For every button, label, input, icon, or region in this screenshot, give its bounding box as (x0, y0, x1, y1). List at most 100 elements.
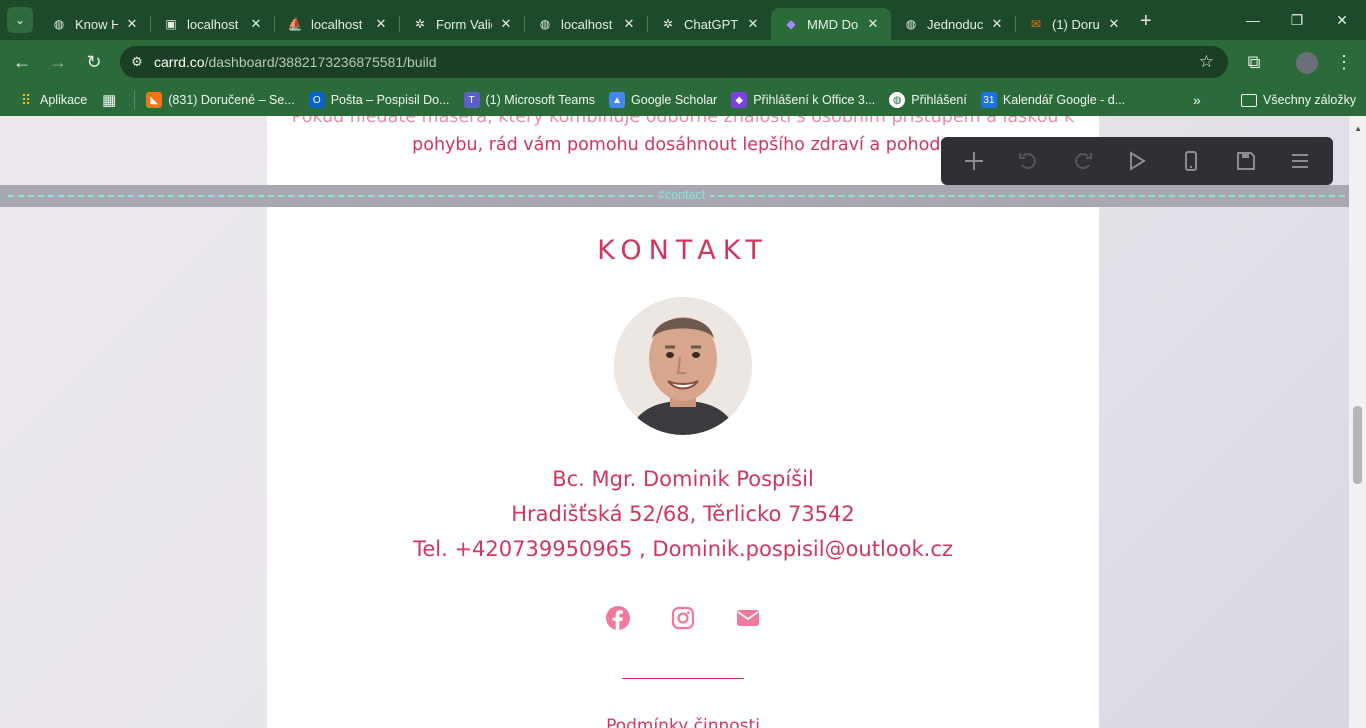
facebook-icon[interactable] (605, 605, 631, 631)
page-viewport: Pokud hledáte masera, který kombinuje od… (0, 116, 1366, 728)
site-info-icon[interactable]: ⚙ (120, 54, 154, 70)
forward-button[interactable]: → (40, 44, 76, 80)
social-links (605, 602, 761, 634)
contact-heading: KONTAKT (597, 235, 769, 266)
browser-tab[interactable]: ◍ localhost ✕ (525, 8, 647, 40)
tab-title: MMD Dom (807, 16, 859, 32)
all-bookmarks-folder[interactable]: Všechny záložky (1234, 87, 1363, 113)
browser-tab[interactable]: ◍ Jednoduché ✕ (891, 8, 1015, 40)
all-bookmarks-label: Všechny záložky (1263, 93, 1357, 107)
browser-menu-icon[interactable]: ⋮ (1326, 44, 1362, 80)
tab-title: ChatGPT (684, 16, 739, 32)
openai-icon: ✲ (414, 17, 426, 31)
office-icon: ◆ (731, 92, 748, 108)
close-window-button[interactable]: ✕ (1318, 0, 1366, 40)
tab-title: localhost (561, 16, 613, 32)
menu-hamburger-button[interactable] (1280, 141, 1320, 181)
add-element-button[interactable] (954, 141, 994, 181)
tab-title: Form Validation (436, 16, 492, 32)
address-bar[interactable]: ⚙ carrd.co/dashboard/3882173236875581/bu… (120, 46, 1228, 78)
globe-icon: ◍ (889, 92, 906, 108)
undo-button[interactable] (1008, 141, 1048, 181)
bookmark-item[interactable]: ◍ Přihlášení (882, 87, 974, 113)
bookmark-label: Pošta – Pospisil Do... (330, 93, 450, 107)
close-tab-icon[interactable]: ✕ (1106, 16, 1122, 32)
contact-info: Bc. Mgr. Dominik Pospíšil Hradišťská 52/… (267, 462, 1099, 567)
section-anchor-tag[interactable]: #contact (653, 188, 711, 202)
minimize-button[interactable]: — (1229, 0, 1277, 40)
bookmark-item[interactable]: T (1) Microsoft Teams (457, 87, 603, 113)
profile-photo (614, 297, 752, 435)
browser-tab[interactable]: ◍ Know How ✕ (39, 8, 150, 40)
contact-phone-email[interactable]: Tel. +420739950965 , Dominik.pospisil@ou… (267, 532, 1099, 567)
bookmarks-bar: ⠿ Aplikace ▦ ◣ (831) Doručené – Se... O Pošta … (0, 84, 1366, 116)
restore-button[interactable]: ❐ (1273, 0, 1321, 40)
browser-tab[interactable]: ✉ (1) Doručené ✕ (1016, 8, 1132, 40)
app-icon: ▣ (165, 17, 177, 31)
email-icon[interactable] (735, 605, 761, 631)
bookmark-item[interactable]: ▲ Google Scholar (602, 87, 724, 113)
close-tab-icon[interactable]: ✕ (989, 16, 1005, 32)
new-tab-button[interactable]: + (1140, 10, 1152, 33)
bookmark-item[interactable]: ▦ (94, 87, 130, 113)
bookmark-label: Přihlášení (911, 93, 967, 107)
openai-icon: ✲ (662, 17, 674, 31)
previous-text-line-1: Pokud hledáte masera, který kombinuje od… (291, 116, 1075, 127)
navigation-bar: ← → ↻ ⚙ carrd.co/dashboard/3882173236875… (0, 40, 1366, 84)
scroll-up-arrow-icon[interactable]: ▲ (1354, 124, 1362, 133)
redo-button[interactable] (1063, 141, 1103, 181)
profile-avatar[interactable] (1296, 52, 1318, 74)
close-tab-icon[interactable]: ✕ (621, 16, 637, 32)
more-bookmarks-icon[interactable]: » (1193, 92, 1201, 108)
terms-link[interactable]: Podmínky činnosti (267, 716, 1099, 728)
bookmark-item[interactable]: O Pošta – Pospisil Do... (302, 87, 457, 113)
bookmark-item[interactable]: 31 Kalendář Google - d... (974, 87, 1132, 113)
outlook-icon: O (308, 92, 325, 108)
page-scrollbar[interactable]: ▲ (1349, 116, 1366, 728)
instagram-icon[interactable] (670, 605, 696, 631)
globe-icon: ◍ (53, 17, 65, 31)
close-tab-icon[interactable]: ✕ (124, 16, 140, 32)
folder-icon (1241, 93, 1257, 107)
mail-icon: ✉ (1030, 17, 1042, 31)
mobile-view-button[interactable] (1171, 141, 1211, 181)
preview-play-button[interactable] (1117, 141, 1157, 181)
reload-button[interactable]: ↻ (76, 44, 112, 80)
teams-icon: T (463, 92, 480, 108)
bookmark-item[interactable]: ◆ Přihlášení k Office 3... (724, 87, 882, 113)
url-host: carrd.co (154, 54, 205, 70)
tab-title: (1) Doručené (1052, 16, 1100, 32)
browser-tab[interactable]: ◆ MMD Dom ✕ (771, 8, 891, 40)
carrd-icon: ◆ (786, 17, 796, 31)
scroll-thumb[interactable] (1353, 406, 1362, 484)
back-button[interactable]: ← (4, 44, 40, 80)
close-tab-icon[interactable]: ✕ (248, 16, 264, 32)
close-tab-icon[interactable]: ✕ (745, 16, 761, 32)
browser-tab[interactable]: ⛵ localhost ✕ (275, 8, 399, 40)
save-button[interactable] (1226, 141, 1266, 181)
grid-icon: ▦ (102, 92, 117, 109)
contact-name: Bc. Mgr. Dominik Pospíšil (552, 467, 814, 491)
bookmark-item[interactable]: ◣ (831) Doručené – Se... (139, 87, 301, 113)
close-tab-icon[interactable]: ✕ (865, 16, 881, 32)
extensions-icon[interactable]: ⧉ (1236, 44, 1272, 80)
tab-search-button[interactable]: ⌄ (7, 7, 33, 33)
browser-tab[interactable]: ▣ localhost ✕ (151, 8, 274, 40)
bookmark-item[interactable]: ⠿ Aplikace (11, 87, 94, 113)
browser-tab[interactable]: ✲ ChatGPT ✕ (648, 8, 771, 40)
bookmark-label: (831) Doručené – Se... (168, 93, 295, 107)
browser-tab[interactable]: ✲ Form Validation ✕ (400, 8, 524, 40)
mail-icon: ◣ (146, 92, 163, 108)
tab-title: Jednoduché (927, 16, 983, 32)
scholar-icon: ▲ (609, 92, 626, 108)
bookmark-label: Přihlášení k Office 3... (753, 93, 876, 107)
divider-line (622, 678, 744, 679)
apps-grid-icon: ⠿ (20, 91, 32, 108)
tab-strip: ⌄ ◍ Know How ✕ ▣ localhost ✕ ⛵ localhost ✕ ✲ Form … (0, 0, 1366, 40)
bookmark-star-icon[interactable]: ☆ (1199, 52, 1214, 72)
close-tab-icon[interactable]: ✕ (498, 16, 514, 32)
sailboat-icon: ⛵ (287, 17, 303, 31)
tab-title: localhost (311, 16, 363, 32)
close-tab-icon[interactable]: ✕ (373, 16, 389, 32)
editor-toolbar (941, 137, 1333, 185)
